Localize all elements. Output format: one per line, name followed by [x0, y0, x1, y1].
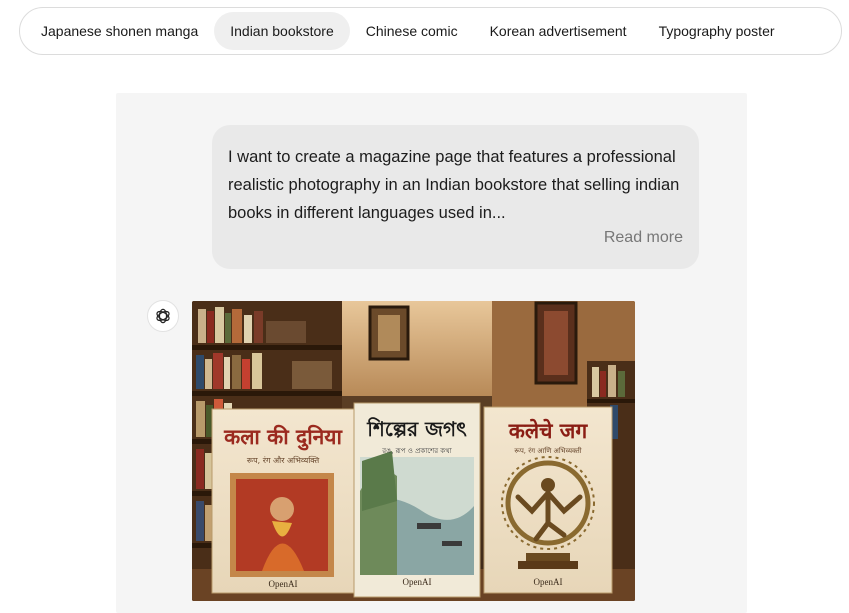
book-marathi-title: कलेचे जग — [508, 418, 588, 443]
user-prompt-bubble: I want to create a magazine page that fe… — [212, 125, 699, 269]
book-marathi-subtitle: रूप, रंग आणि अभिव्यक्ती — [514, 447, 582, 455]
example-tabs: Japanese shonen manga Indian bookstore C… — [19, 7, 842, 55]
book-bengali-subtitle: রঙ, রূপ ও প্রকাশের কথা — [382, 447, 452, 455]
user-prompt-text: I want to create a magazine page that fe… — [228, 148, 680, 222]
book-bengali-title: শিল্পের জগৎ — [367, 417, 467, 441]
read-more-link[interactable]: Read more — [604, 229, 683, 247]
book-hindi-title: कला की दुनिया — [224, 424, 342, 449]
conversation-panel: I want to create a magazine page that fe… — [116, 93, 747, 613]
book-bengali-brand: OpenAI — [402, 577, 432, 587]
openai-logo-icon — [147, 300, 179, 332]
generated-bookstore-image[interactable]: कला की दुनिया रूप, रंग और अभिव्यक्ति Ope… — [192, 301, 635, 601]
tab-chinese-comic[interactable]: Chinese comic — [350, 12, 474, 50]
book-marathi-brand: OpenAI — [533, 577, 563, 587]
tab-indian-bookstore[interactable]: Indian bookstore — [214, 12, 350, 50]
tab-japanese-shonen-manga[interactable]: Japanese shonen manga — [25, 12, 214, 50]
tab-typography-poster[interactable]: Typography poster — [643, 12, 791, 50]
tab-korean-advertisement[interactable]: Korean advertisement — [474, 12, 643, 50]
book-hindi-subtitle: रूप, रंग और अभिव्यक्ति — [246, 456, 320, 465]
book-hindi-brand: OpenAI — [268, 579, 298, 589]
